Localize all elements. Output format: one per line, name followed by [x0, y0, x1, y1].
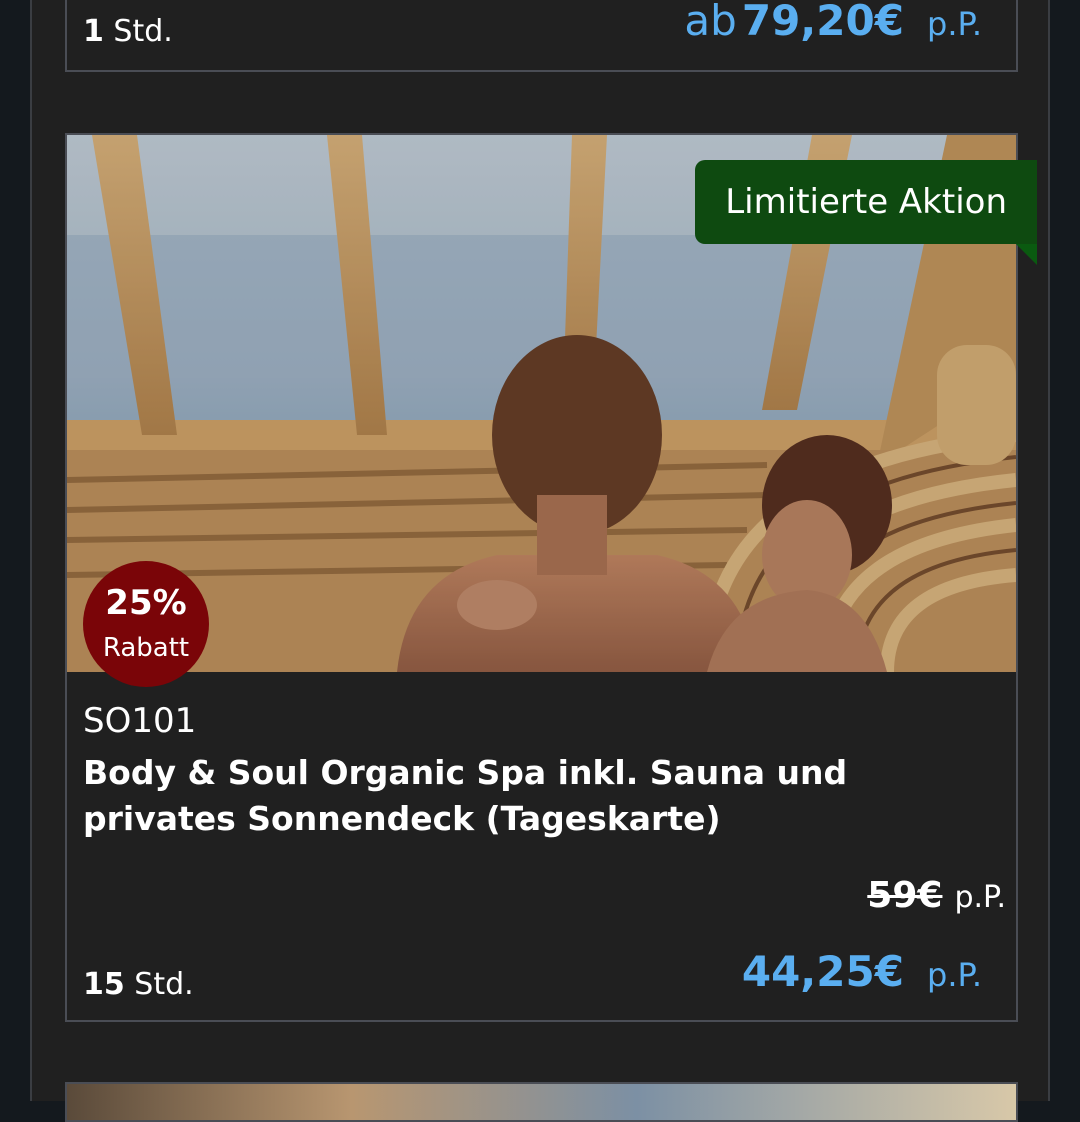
price-amount: 44,25€	[741, 947, 904, 996]
offer-code: SO101	[83, 701, 197, 741]
old-price: 59€ p.P.	[867, 875, 1006, 916]
old-price-amount: 59€	[867, 875, 943, 916]
limited-offer-ribbon: Limitierte Aktion	[695, 160, 1037, 244]
offer-card-previous[interactable]: 1 Std. ab 79,20€ p.P.	[65, 0, 1018, 72]
offer-list: 1 Std. ab 79,20€ p.P. Limitierte Aktion …	[30, 0, 1050, 1122]
discount-badge: 25% Rabatt	[83, 561, 209, 687]
next-offer-photo	[67, 1084, 1016, 1120]
ribbon-fold	[1016, 244, 1037, 265]
offer-title[interactable]: Body & Soul Organic Spa inkl. Sauna und …	[83, 750, 983, 842]
offer-card-spa[interactable]: Limitierte Aktion 25% Rabatt SO101 Body …	[65, 133, 1037, 1022]
duration: 1 Std.	[83, 14, 173, 49]
price: 44,25€ p.P.	[741, 947, 982, 996]
price: ab 79,20€ p.P.	[684, 0, 982, 45]
offer-card-next[interactable]	[65, 1082, 1018, 1122]
discount-label: Rabatt	[102, 633, 190, 663]
discount-percent: 25%	[105, 583, 187, 623]
duration: 15 Std.	[83, 967, 194, 1002]
